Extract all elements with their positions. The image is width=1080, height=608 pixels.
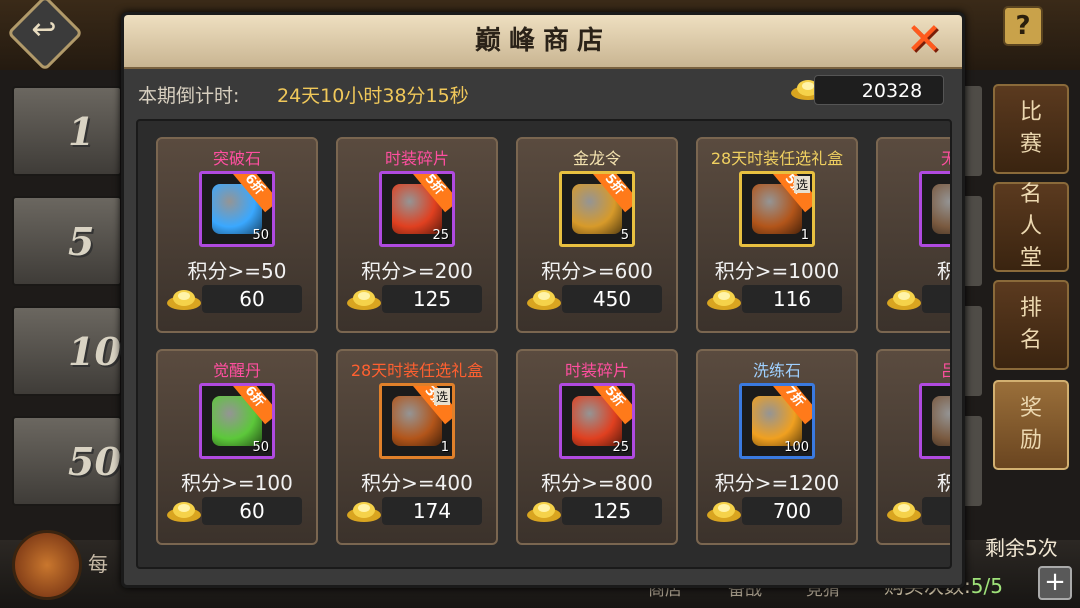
item-name: 吕玲	[878, 357, 950, 381]
bg-reward-row: 50	[12, 416, 122, 506]
side-tab-match[interactable]: 比赛	[993, 84, 1069, 174]
item-name: 金龙令	[572, 149, 621, 168]
point-requirement: 积分>=100	[181, 471, 293, 495]
treasure-chest-icon[interactable]	[12, 530, 82, 600]
back-arrow-icon[interactable]: ↩	[26, 12, 62, 48]
item-tag: 选	[433, 388, 450, 405]
daily-label: 每	[88, 552, 108, 576]
item-name: 28天时装任选礼盒	[350, 361, 484, 380]
item-quantity: 100	[784, 440, 809, 455]
item-quantity: 50	[252, 440, 269, 455]
shop-item-card[interactable]: 28天时装任选礼盒3折选1积分>=400174	[336, 349, 498, 545]
item-price: 125	[382, 285, 482, 313]
gold-ingot-icon	[707, 502, 741, 522]
gold-ingot-icon	[527, 502, 561, 522]
item-price: 60	[202, 497, 302, 525]
item-price: 60	[202, 285, 302, 313]
item-quantity: 25	[432, 228, 449, 243]
gold-ingot-icon	[347, 290, 381, 310]
help-button[interactable]: ?	[1003, 6, 1043, 46]
modal-title: 巅峰商店	[474, 26, 611, 56]
point-requirement: 积分>=400	[361, 471, 473, 495]
item-name: 时装碎片	[384, 149, 449, 168]
point-requirement: 积分	[878, 255, 950, 284]
side-tab-label: 名人堂	[1019, 182, 1042, 271]
item-price: 116	[742, 285, 842, 313]
bg-reward-row: 10	[12, 306, 122, 396]
gold-ingot-icon	[527, 290, 561, 310]
gold-ingot-icon	[887, 502, 921, 522]
item-icon-frame[interactable]: 碎	[919, 171, 950, 247]
item-icon-frame[interactable]: 5折 5	[559, 171, 635, 247]
point-requirement: 积分>=800	[541, 471, 653, 495]
shop-item-card[interactable]: 金龙令 5折 5 积分>=600 450	[516, 137, 678, 333]
item-grid: 突破石 6折 50 积分>=50 60 时装碎片 5折 25 积分>=200 125 金龙令 5折 5 积…	[136, 119, 952, 569]
item-name: 无双	[878, 145, 950, 169]
side-tab-reward[interactable]: 奖励	[993, 380, 1069, 470]
item-name: 觉醒丹	[212, 361, 261, 380]
point-requirement: 积分>=50	[187, 259, 287, 283]
gold-ingot-icon	[347, 502, 381, 522]
item-price: 700	[742, 497, 842, 525]
currency-balance: 20328	[814, 75, 944, 105]
point-requirement: 积分>=1200	[714, 471, 840, 495]
point-requirement: 积分>=600	[541, 259, 653, 283]
add-purchase-button[interactable]: +	[1038, 566, 1072, 600]
item-icon-frame[interactable]: 5折 25	[559, 383, 635, 459]
item-icon-frame[interactable]: 7折 100	[739, 383, 815, 459]
item-price	[922, 285, 950, 313]
item-icon-frame[interactable]: 3折选1	[379, 383, 455, 459]
item-name: 时装碎片	[564, 361, 629, 380]
item-price	[922, 497, 950, 525]
item-icon-frame[interactable]: 5折选1	[739, 171, 815, 247]
gold-ingot-icon	[167, 290, 201, 310]
item-name: 28天时装任选礼盒	[710, 149, 844, 168]
point-requirement: 积分	[878, 467, 950, 496]
point-requirement: 积分>=1000	[714, 259, 840, 283]
shop-item-card[interactable]: 时装碎片 5折 25 积分>=200 125	[336, 137, 498, 333]
shop-item-card[interactable]: 吕玲碎积分	[876, 349, 950, 545]
item-icon-frame[interactable]: 碎	[919, 383, 950, 459]
item-icon-frame[interactable]: 5折 25	[379, 171, 455, 247]
gold-ingot-icon	[887, 290, 921, 310]
item-name: 洗练石	[752, 361, 801, 380]
buy-count-value: 5/5	[970, 574, 1003, 598]
item-name: 突破石	[212, 149, 261, 168]
item-quantity: 5	[620, 228, 629, 243]
bg-reward-row: 5	[12, 196, 122, 286]
shop-item-card[interactable]: 时装碎片 5折 25 积分>=800 125	[516, 349, 678, 545]
gold-ingot-icon	[707, 290, 741, 310]
fragment-icon	[932, 396, 950, 446]
item-price: 450	[562, 285, 662, 313]
item-quantity: 1	[440, 440, 449, 455]
close-icon[interactable]: ✕	[902, 18, 946, 63]
item-quantity: 50	[252, 228, 269, 243]
side-tab-label: 排名	[1019, 296, 1042, 353]
side-tab-label: 比赛	[1019, 100, 1042, 157]
side-tab-hall-of-fame[interactable]: 名人堂	[993, 182, 1069, 272]
item-tag: 选	[793, 176, 810, 193]
side-tab-ranking[interactable]: 排名	[993, 280, 1069, 370]
item-price: 174	[382, 497, 482, 525]
item-price: 125	[562, 497, 662, 525]
shop-item-card[interactable]: 无双碎积分	[876, 137, 950, 333]
fragment-icon	[932, 184, 950, 234]
countdown-value: 24天10小时38分15秒	[277, 85, 469, 107]
item-icon-frame[interactable]: 6折 50	[199, 171, 275, 247]
side-tab-label: 奖励	[1019, 396, 1042, 453]
shop-item-card[interactable]: 洗练石 7折 100 积分>=1200 700	[696, 349, 858, 545]
shop-item-card[interactable]: 突破石 6折 50 积分>=50 60	[156, 137, 318, 333]
item-quantity: 25	[612, 440, 629, 455]
shop-item-card[interactable]: 28天时装任选礼盒5折选1积分>=1000116	[696, 137, 858, 333]
item-icon-frame[interactable]: 6折 50	[199, 383, 275, 459]
bg-reward-row: 1	[12, 86, 122, 176]
countdown-label: 本期倒计时:	[138, 85, 240, 107]
item-quantity: 1	[800, 228, 809, 243]
gold-ingot-icon	[167, 502, 201, 522]
shop-item-card[interactable]: 觉醒丹 6折 50 积分>=100 60	[156, 349, 318, 545]
point-requirement: 积分>=200	[361, 259, 473, 283]
remaining-count: 剩余5次	[985, 536, 1058, 560]
peak-shop-modal: 巅峰商店 ✕ 本期倒计时: 24天10小时38分15秒 20328 突破石 6折 5…	[121, 12, 965, 588]
